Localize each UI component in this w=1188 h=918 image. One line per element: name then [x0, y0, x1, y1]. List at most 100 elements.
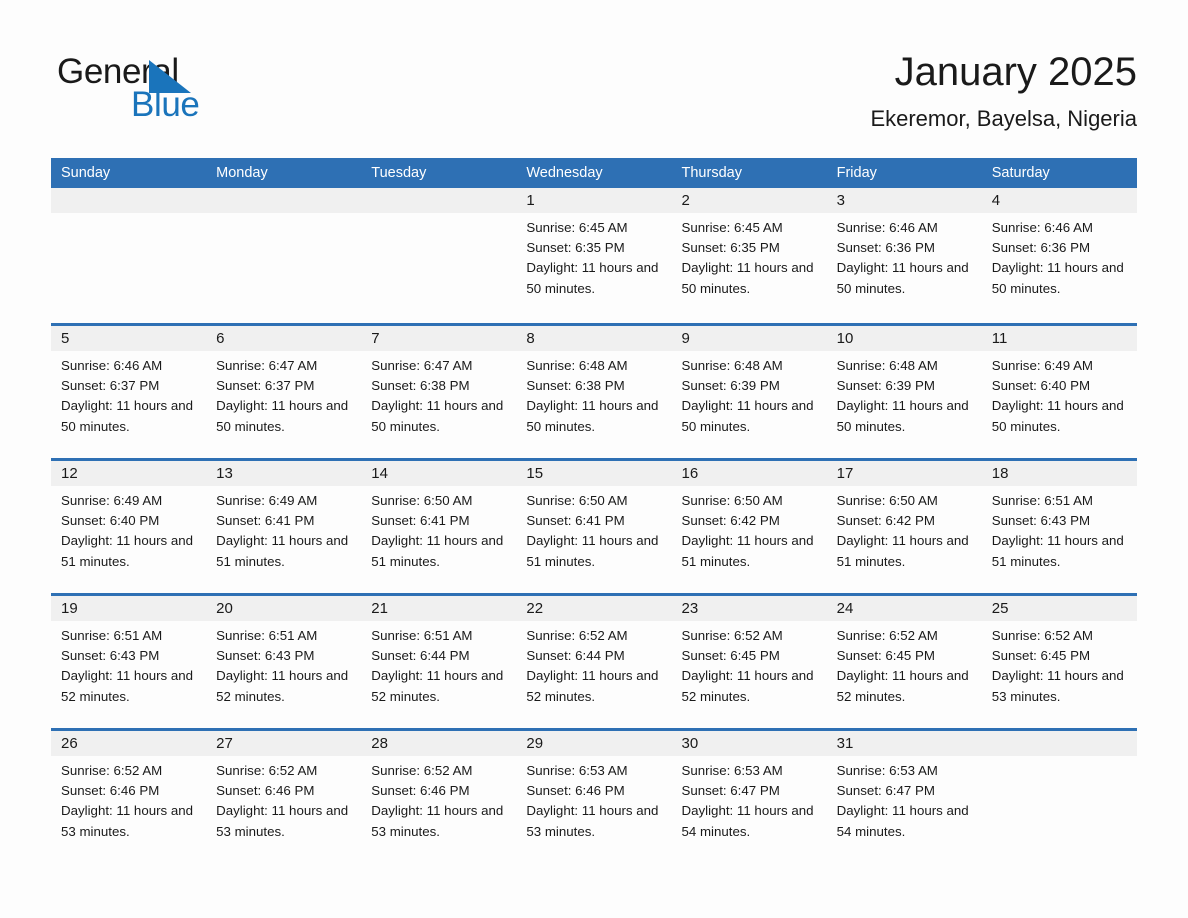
sunrise-text: Sunrise: 6:53 AM	[836, 763, 938, 778]
day-cell[interactable]: 9 Sunrise: 6:48 AM Sunset: 6:39 PM Daylight…	[671, 326, 827, 458]
page-title: January 2025	[894, 50, 1137, 94]
day-details: Sunrise: 6:49 AM Sunset: 6:41 PM Daylight:…	[206, 486, 361, 572]
day-number: 29	[516, 731, 672, 756]
day-details: Sunrise: 6:50 AM Sunset: 6:41 PM Daylight:…	[361, 486, 516, 572]
day-cell[interactable]: 5 Sunrise: 6:46 AM Sunset: 6:37 PM Daylight…	[51, 326, 207, 458]
day-cell[interactable]: 24 Sunrise: 6:52 AM Sunset: 6:45 PM Dayligh…	[826, 596, 982, 728]
day-number	[51, 188, 207, 213]
sunset-text: Sunset: 6:39 PM	[836, 378, 935, 394]
day-number: 7	[361, 326, 517, 351]
day-cell[interactable]: 25 Sunrise: 6:52 AM Sunset: 6:45 PM Dayligh…	[981, 596, 1137, 728]
day-cell[interactable]: 15 Sunrise: 6:50 AM Sunset: 6:41 PM Dayligh…	[516, 461, 672, 593]
general-blue-logo: General Blue	[57, 52, 317, 130]
title-block: January 2025 Ekeremor, Bayelsa, Nigeria	[870, 48, 1137, 133]
day-number: 18	[981, 461, 1137, 486]
day-cell[interactable]: 11 Sunrise: 6:49 AM Sunset: 6:40 PM Dayligh…	[981, 326, 1137, 458]
daylight-text: Daylight: 11 hours and 50 minutes.	[681, 398, 814, 434]
day-cell[interactable]: 14 Sunrise: 6:50 AM Sunset: 6:41 PM Dayligh…	[361, 461, 517, 593]
day-cell[interactable]: 8 Sunrise: 6:48 AM Sunset: 6:38 PM Daylight…	[516, 326, 672, 458]
sunset-text: Sunset: 6:40 PM	[61, 513, 160, 529]
day-details: Sunrise: 6:52 AM Sunset: 6:46 PM Daylight:…	[51, 756, 206, 842]
day-cell[interactable]: 23 Sunrise: 6:52 AM Sunset: 6:45 PM Dayligh…	[671, 596, 827, 728]
day-cell[interactable]: 10 Sunrise: 6:48 AM Sunset: 6:39 PM Dayligh…	[826, 326, 982, 458]
sunrise-text: Sunrise: 6:45 AM	[681, 220, 783, 235]
day-details: Sunrise: 6:50 AM Sunset: 6:42 PM Daylight:…	[672, 486, 827, 572]
day-details: Sunrise: 6:46 AM Sunset: 6:36 PM Daylight:…	[982, 213, 1137, 299]
calendar-weeks: 1 Sunrise: 6:45 AM Sunset: 6:35 PM Daylight…	[51, 188, 1137, 863]
day-cell[interactable]: 31 Sunrise: 6:53 AM Sunset: 6:47 PM Dayligh…	[826, 731, 982, 863]
day-cell[interactable]: 27 Sunrise: 6:52 AM Sunset: 6:46 PM Dayligh…	[206, 731, 362, 863]
weekday-header-wednesday: Wednesday	[526, 165, 603, 181]
day-cell[interactable]: 29 Sunrise: 6:53 AM Sunset: 6:46 PM Dayligh…	[516, 731, 672, 863]
day-cell[interactable]: 28 Sunrise: 6:52 AM Sunset: 6:46 PM Dayligh…	[361, 731, 517, 863]
day-details: Sunrise: 6:53 AM Sunset: 6:47 PM Daylight:…	[827, 756, 982, 842]
daylight-text: Daylight: 11 hours and 50 minutes.	[836, 398, 969, 434]
sunset-text: Sunset: 6:45 PM	[681, 648, 780, 664]
day-details: Sunrise: 6:49 AM Sunset: 6:40 PM Daylight:…	[982, 351, 1137, 437]
day-cell[interactable]: 22 Sunrise: 6:52 AM Sunset: 6:44 PM Dayligh…	[516, 596, 672, 728]
sunrise-text: Sunrise: 6:51 AM	[991, 493, 1094, 508]
daylight-text: Daylight: 11 hours and 51 minutes.	[216, 533, 349, 569]
day-cell[interactable]: 30 Sunrise: 6:53 AM Sunset: 6:47 PM Dayligh…	[671, 731, 827, 863]
day-number: 11	[981, 326, 1137, 351]
day-cell[interactable]: 2 Sunrise: 6:45 AM Sunset: 6:35 PM Daylight…	[671, 188, 827, 323]
day-details: Sunrise: 6:50 AM Sunset: 6:41 PM Daylight:…	[516, 486, 671, 572]
daylight-text: Daylight: 11 hours and 50 minutes.	[836, 260, 969, 296]
day-cell[interactable]: 26 Sunrise: 6:52 AM Sunset: 6:46 PM Dayligh…	[51, 731, 207, 863]
sunset-text: Sunset: 6:43 PM	[991, 513, 1091, 529]
weekday-header-thursday: Thursday	[681, 165, 742, 181]
day-number: 17	[826, 461, 982, 486]
calendar-week-row: 26 Sunrise: 6:52 AM Sunset: 6:46 PM Dayligh…	[51, 728, 1137, 863]
day-details: Sunrise: 6:46 AM Sunset: 6:37 PM Daylight:…	[51, 351, 206, 437]
day-cell[interactable]: 12 Sunrise: 6:49 AM Sunset: 6:40 PM Dayligh…	[51, 461, 207, 593]
sunrise-text: Sunrise: 6:49 AM	[61, 493, 163, 508]
sunrise-text: Sunrise: 6:46 AM	[836, 220, 938, 235]
weekday-header-row: Sunday Monday Tuesday Wednesday Thursday…	[51, 158, 1137, 188]
day-number: 12	[51, 461, 207, 486]
sunset-text: Sunset: 6:47 PM	[836, 783, 935, 799]
sunrise-text: Sunrise: 6:45 AM	[526, 220, 628, 235]
day-number: 13	[206, 461, 362, 486]
day-cell[interactable]: 17 Sunrise: 6:50 AM Sunset: 6:42 PM Dayligh…	[826, 461, 982, 593]
sunrise-text: Sunrise: 6:48 AM	[681, 358, 783, 373]
day-cell[interactable]: 3 Sunrise: 6:46 AM Sunset: 6:36 PM Daylight…	[826, 188, 982, 323]
day-cell-empty	[361, 188, 517, 323]
day-number: 9	[671, 326, 827, 351]
sunrise-text: Sunrise: 6:47 AM	[216, 358, 318, 373]
day-number: 10	[826, 326, 982, 351]
day-details: Sunrise: 6:52 AM Sunset: 6:45 PM Daylight:…	[982, 621, 1137, 707]
daylight-text: Daylight: 11 hours and 50 minutes.	[216, 398, 349, 434]
sunrise-text: Sunrise: 6:50 AM	[371, 493, 473, 508]
sunrise-text: Sunrise: 6:50 AM	[526, 493, 628, 508]
day-cell[interactable]: 7 Sunrise: 6:47 AM Sunset: 6:38 PM Daylight…	[361, 326, 517, 458]
day-number: 2	[671, 188, 827, 213]
day-details: Sunrise: 6:45 AM Sunset: 6:35 PM Daylight:…	[672, 213, 827, 299]
day-cell[interactable]: 20 Sunrise: 6:51 AM Sunset: 6:43 PM Dayligh…	[206, 596, 362, 728]
day-cell[interactable]: 4 Sunrise: 6:46 AM Sunset: 6:36 PM Daylight…	[981, 188, 1137, 323]
day-details: Sunrise: 6:51 AM Sunset: 6:44 PM Daylight:…	[361, 621, 516, 707]
day-cell[interactable]: 19 Sunrise: 6:51 AM Sunset: 6:43 PM Dayligh…	[51, 596, 207, 728]
daylight-text: Daylight: 11 hours and 50 minutes.	[526, 260, 659, 296]
day-number: 14	[361, 461, 517, 486]
day-cell[interactable]: 18 Sunrise: 6:51 AM Sunset: 6:43 PM Dayligh…	[981, 461, 1137, 593]
weekday-header-sunday: Sunday	[61, 165, 111, 181]
daylight-text: Daylight: 11 hours and 50 minutes.	[371, 398, 504, 434]
sunrise-text: Sunrise: 6:52 AM	[371, 763, 473, 778]
day-details: Sunrise: 6:47 AM Sunset: 6:37 PM Daylight:…	[206, 351, 361, 437]
sunrise-text: Sunrise: 6:49 AM	[991, 358, 1094, 373]
weekday-header-friday: Friday	[836, 165, 877, 181]
day-cell[interactable]: 21 Sunrise: 6:51 AM Sunset: 6:44 PM Dayligh…	[361, 596, 517, 728]
day-cell[interactable]: 13 Sunrise: 6:49 AM Sunset: 6:41 PM Dayligh…	[206, 461, 362, 593]
sunset-text: Sunset: 6:42 PM	[681, 513, 780, 529]
day-cell[interactable]: 1 Sunrise: 6:45 AM Sunset: 6:35 PM Daylight…	[516, 188, 672, 323]
sunrise-text: Sunrise: 6:50 AM	[836, 493, 938, 508]
sunset-text: Sunset: 6:38 PM	[526, 378, 625, 394]
calendar-grid: Sunday Monday Tuesday Wednesday Thursday…	[51, 158, 1137, 863]
sunset-text: Sunset: 6:46 PM	[216, 783, 315, 799]
day-cell[interactable]: 16 Sunrise: 6:50 AM Sunset: 6:42 PM Dayligh…	[671, 461, 827, 593]
day-details: Sunrise: 6:52 AM Sunset: 6:45 PM Daylight:…	[827, 621, 982, 707]
sunrise-text: Sunrise: 6:53 AM	[526, 763, 628, 778]
day-number: 1	[516, 188, 672, 213]
sunrise-text: Sunrise: 6:53 AM	[681, 763, 783, 778]
day-cell[interactable]: 6 Sunrise: 6:47 AM Sunset: 6:37 PM Daylight…	[206, 326, 362, 458]
